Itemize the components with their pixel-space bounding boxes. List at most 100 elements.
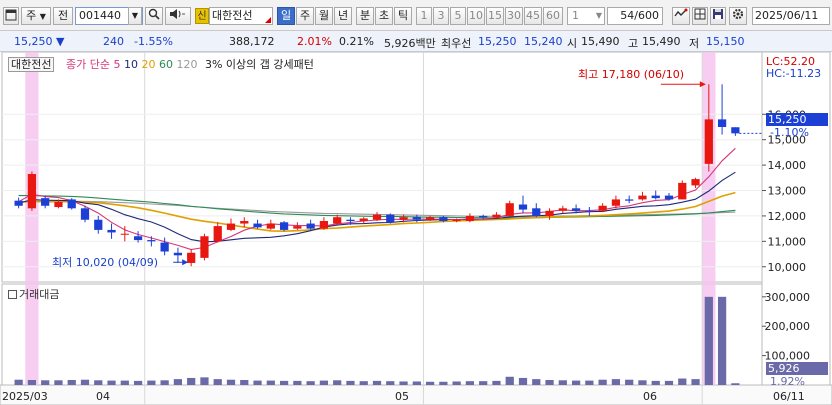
jeon-button[interactable]: 전 — [53, 7, 73, 25]
price-chart-svg[interactable]: 10,00011,00012,00013,00014,00015,00016,0… — [0, 52, 832, 405]
code-dropdown-icon[interactable]: ▼ — [128, 7, 142, 25]
volume-bar-17 — [240, 380, 249, 385]
tab-minute[interactable]: 분 — [356, 7, 374, 25]
candle-body-36 — [492, 214, 501, 218]
toolbar: 주 ▼ 전 001440 ▼ 신 대한전선 일 주 월 년 분 초 틱 1 3 … — [0, 0, 832, 31]
volume-bar-2 — [41, 380, 50, 385]
tab-month[interactable]: 월 — [315, 7, 333, 25]
stock-name-field[interactable]: 대한전선 — [209, 7, 273, 25]
candle-body-46 — [625, 199, 634, 201]
candle-body-4 — [67, 199, 76, 209]
candle-body-40 — [545, 210, 554, 216]
candle-body-44 — [598, 205, 607, 211]
price-legend: 대한전선 종가 단순 5 10 20 60 120 3% 이상의 갭 강세패턴 — [8, 56, 314, 72]
turnover-rate: 0.21% — [339, 35, 374, 48]
interval-10[interactable]: 10 — [467, 7, 485, 25]
candle-body-19 — [266, 223, 275, 229]
volume-bar-42 — [571, 380, 581, 385]
volume-bar-13 — [187, 377, 196, 385]
tab-tick[interactable]: 틱 — [394, 7, 412, 25]
volume-bar-5 — [80, 379, 90, 385]
x-label-06: 06 — [643, 390, 657, 403]
volume-bar-45 — [611, 379, 621, 385]
volume-bar-40 — [545, 380, 554, 385]
tab-year[interactable]: 년 — [334, 7, 352, 25]
x-label-05: 05 — [395, 390, 409, 403]
market-select[interactable]: 주 ▼ — [21, 7, 51, 25]
candle-body-28 — [386, 214, 395, 223]
candle-body-24 — [333, 217, 342, 224]
volume-bar-15 — [213, 379, 222, 385]
candle-body-3 — [54, 201, 63, 208]
candle-body-14 — [200, 236, 209, 258]
candle-body-18 — [253, 223, 262, 228]
volume-bar-43 — [585, 380, 594, 385]
speaker-icon[interactable] — [165, 7, 191, 25]
candle-body-9 — [133, 236, 143, 241]
interval-45[interactable]: 45 — [524, 7, 542, 25]
candle-body-41 — [558, 208, 567, 211]
x-label-04: 04 — [96, 390, 110, 403]
candle-body-15 — [213, 226, 222, 242]
legend-stock-name: 대한전선 — [8, 57, 55, 72]
candle-body-43 — [585, 210, 594, 213]
save-icon[interactable] — [710, 7, 726, 25]
date-field[interactable]: 2025/06/11 — [752, 7, 830, 25]
chart-tools-icon[interactable] — [672, 7, 690, 25]
y-tick-label-14000: 14,000 — [768, 159, 807, 172]
volume-bar-46 — [625, 379, 634, 385]
candle-body-42 — [571, 208, 581, 211]
volume-bar-10 — [147, 380, 156, 385]
vol-tick-label-100000: 100,000 — [765, 350, 811, 363]
volume-bar-44 — [598, 379, 607, 385]
interval-15[interactable]: 15 — [486, 7, 504, 25]
interval-60[interactable]: 60 — [543, 7, 563, 25]
gear-icon[interactable] — [729, 7, 747, 25]
best-ask: 15,250 — [478, 35, 517, 48]
vol-tick-label-200000: 200,000 — [765, 320, 811, 333]
x-axis-panel — [0, 384, 832, 405]
volume-bar-39 — [532, 379, 541, 385]
interval-5[interactable]: 5 — [450, 7, 466, 25]
interval-30[interactable]: 30 — [505, 7, 523, 25]
volume-bar-25 — [346, 380, 355, 385]
legend-ma20: 20 — [141, 58, 156, 71]
candle-body-49 — [664, 195, 674, 200]
volume-current-tag: 5,926 — [766, 362, 828, 375]
volume-bar-34 — [465, 381, 475, 385]
volume-bar-14 — [200, 377, 209, 385]
open-price: 15,490 — [581, 35, 620, 48]
data-count-field[interactable]: 54/600 — [607, 7, 663, 25]
tab-day[interactable]: 일 — [277, 7, 295, 25]
volume-bar-1 — [27, 380, 37, 385]
price-change: 240 — [103, 35, 124, 48]
volume-bar-21 — [293, 380, 302, 385]
interval-1[interactable]: 1 — [416, 7, 432, 25]
candle-body-27 — [372, 214, 382, 220]
candle-body-26 — [359, 218, 368, 222]
volume-bar-54 — [731, 383, 740, 385]
tab-week[interactable]: 주 — [296, 7, 314, 25]
current-pct-tag: -1.10% — [770, 126, 809, 139]
checkbox-icon[interactable] — [8, 290, 17, 299]
tab-second[interactable]: 초 — [375, 7, 393, 25]
best-bid: 15,240 — [524, 35, 563, 48]
volume-bar-47 — [638, 380, 647, 385]
volume-bar-51 — [691, 379, 700, 385]
interval-3[interactable]: 3 — [433, 7, 449, 25]
search-icon[interactable] — [145, 7, 163, 25]
window-icon[interactable] — [3, 7, 19, 25]
volume-bar-38 — [518, 377, 528, 385]
volume-bar-37 — [505, 376, 514, 385]
interval-input[interactable]: 1 ▼ — [567, 7, 605, 25]
down-arrow-icon: ▼ — [56, 35, 65, 48]
candle-body-7 — [107, 229, 116, 233]
volume-bar-4 — [67, 380, 76, 385]
candle-body-47 — [638, 195, 647, 200]
volume-ratio: 2.01% — [297, 35, 332, 48]
interval-dropdown-icon: ▼ — [595, 11, 602, 20]
volume-panel — [1, 283, 763, 386]
candle-body-30 — [412, 217, 421, 220]
grid-icon[interactable] — [692, 7, 708, 25]
volume-bar-16 — [226, 379, 236, 385]
